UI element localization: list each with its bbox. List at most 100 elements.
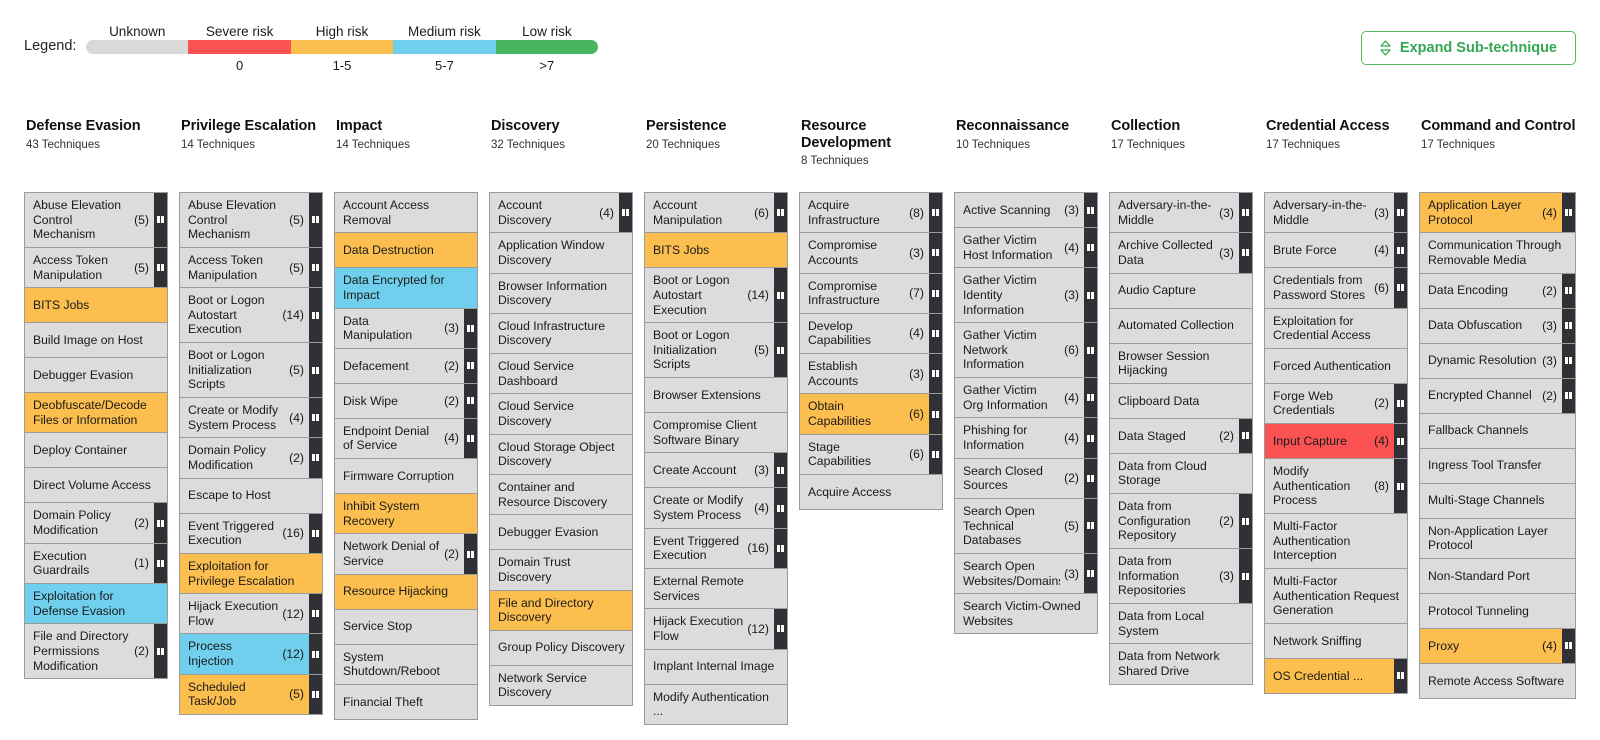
- technique-cell[interactable]: Exploitation for Privilege Escalation: [180, 553, 322, 595]
- technique-cell[interactable]: Gather Victim Identity Information (3): [955, 268, 1097, 324]
- technique-cell-body[interactable]: Remote Access Software: [1420, 663, 1575, 698]
- expand-subtechniques-handle[interactable]: [154, 193, 167, 247]
- expand-subtechniques-handle[interactable]: [1394, 424, 1407, 459]
- technique-cell[interactable]: Remote Access Software: [1420, 663, 1575, 699]
- technique-cell[interactable]: Credentials from Password Stores (6): [1265, 268, 1407, 309]
- expand-subtechniques-handle[interactable]: [1394, 268, 1407, 308]
- technique-cell-body[interactable]: Multi-Factor Authentication Request Gene…: [1265, 568, 1407, 623]
- technique-cell-body[interactable]: Container and Resource Discovery: [490, 474, 632, 515]
- technique-cell-body[interactable]: Compromise Client Software Binary: [645, 413, 787, 453]
- technique-cell[interactable]: Clipboard Data: [1110, 383, 1252, 419]
- technique-cell-body[interactable]: Obtain Capabilities (6): [800, 394, 929, 434]
- technique-cell[interactable]: Data Destruction: [335, 233, 477, 269]
- expand-subtechniques-handle[interactable]: [1239, 233, 1252, 273]
- technique-cell-body[interactable]: Dynamic Resolution (3): [1420, 343, 1562, 378]
- expand-subtechniques-handle[interactable]: [1239, 193, 1252, 233]
- technique-cell[interactable]: Data from Network Shared Drive: [1110, 644, 1252, 685]
- technique-cell[interactable]: OS Credential ...: [1265, 658, 1407, 694]
- technique-cell-body[interactable]: Build Image on Host: [25, 323, 167, 358]
- expand-subtechniques-handle[interactable]: [309, 594, 322, 634]
- technique-cell-body[interactable]: Clipboard Data: [1110, 383, 1252, 418]
- technique-cell-body[interactable]: Create Account (3): [645, 453, 774, 488]
- tactic-name[interactable]: Privilege Escalation: [181, 118, 323, 135]
- technique-cell[interactable]: Data Staged (2): [1110, 418, 1252, 454]
- technique-cell-body[interactable]: Data Encrypted for Impact: [335, 268, 477, 308]
- technique-cell[interactable]: Search Open Technical Databases (5): [955, 498, 1097, 554]
- technique-cell[interactable]: Inhibit System Recovery: [335, 494, 477, 535]
- technique-cell-body[interactable]: Deobfuscate/Decode Files or Information: [25, 393, 167, 433]
- technique-cell[interactable]: Browser Session Hijacking: [1110, 343, 1252, 384]
- technique-cell-body[interactable]: Protocol Tunneling: [1420, 593, 1575, 628]
- technique-cell[interactable]: Create or Modify System Process (4): [645, 488, 787, 529]
- expand-subtechniques-handle[interactable]: [1084, 378, 1097, 418]
- technique-cell-body[interactable]: BITS Jobs: [25, 288, 167, 323]
- technique-cell[interactable]: Archive Collected Data (3): [1110, 233, 1252, 274]
- technique-cell[interactable]: Audio Capture: [1110, 273, 1252, 309]
- technique-cell-body[interactable]: Boot or Logon Initialization Scripts (5): [645, 323, 774, 378]
- expand-subtechniques-handle[interactable]: [309, 343, 322, 398]
- technique-cell[interactable]: Automated Collection: [1110, 308, 1252, 344]
- technique-cell[interactable]: Modify Authentication ...: [645, 684, 787, 725]
- technique-cell-body[interactable]: Abuse Elevation Control Mechanism (5): [180, 193, 309, 247]
- expand-subtechniques-handle[interactable]: [619, 193, 632, 233]
- expand-subtechniques-handle[interactable]: [1562, 343, 1575, 378]
- technique-cell[interactable]: Implant Internal Image: [645, 649, 787, 685]
- technique-cell-body[interactable]: Service Stop: [335, 609, 477, 644]
- expand-subtechniques-handle[interactable]: [154, 247, 167, 288]
- technique-cell[interactable]: Hijack Execution Flow (12): [645, 609, 787, 650]
- technique-cell[interactable]: Data from Cloud Storage: [1110, 453, 1252, 495]
- technique-cell[interactable]: Data Encoding (2): [1420, 273, 1575, 309]
- technique-cell[interactable]: Phishing for Information (4): [955, 418, 1097, 459]
- technique-cell-body[interactable]: Application Window Discovery: [490, 233, 632, 273]
- technique-cell-body[interactable]: Browser Session Hijacking: [1110, 343, 1252, 383]
- technique-cell-body[interactable]: Data from Cloud Storage: [1110, 453, 1252, 494]
- technique-cell-body[interactable]: Data Destruction: [335, 233, 477, 268]
- expand-subtechniques-handle[interactable]: [1562, 308, 1575, 343]
- technique-cell-body[interactable]: Cloud Service Discovery: [490, 394, 632, 434]
- technique-cell[interactable]: Input Capture (4): [1265, 424, 1407, 460]
- technique-cell-body[interactable]: Acquire Access: [800, 474, 942, 509]
- technique-cell-body[interactable]: Ingress Tool Transfer: [1420, 448, 1575, 483]
- technique-cell[interactable]: BITS Jobs: [645, 233, 787, 269]
- technique-cell[interactable]: Ingress Tool Transfer: [1420, 448, 1575, 484]
- technique-cell-body[interactable]: Scheduled Task/Job (5): [180, 674, 309, 715]
- technique-cell-body[interactable]: Application Layer Protocol (4): [1420, 193, 1562, 233]
- technique-cell-body[interactable]: Gather Victim Identity Information (3): [955, 268, 1084, 323]
- technique-cell-body[interactable]: Defacement (2): [335, 348, 464, 383]
- technique-cell-body[interactable]: Forge Web Credentials (2): [1265, 383, 1394, 424]
- technique-cell[interactable]: Boot or Logon Initialization Scripts (5): [180, 343, 322, 399]
- expand-subtechniques-handle[interactable]: [1394, 233, 1407, 268]
- technique-cell-body[interactable]: Audio Capture: [1110, 273, 1252, 308]
- technique-cell-body[interactable]: File and Directory Discovery: [490, 590, 632, 630]
- technique-cell[interactable]: Create or Modify System Process (4): [180, 398, 322, 439]
- technique-cell[interactable]: Search Closed Sources (2): [955, 458, 1097, 499]
- expand-subtechniques-handle[interactable]: [1084, 323, 1097, 378]
- technique-cell[interactable]: Domain Policy Modification (2): [180, 438, 322, 479]
- technique-cell-body[interactable]: Adversary-in-the-Middle (3): [1110, 193, 1239, 233]
- tactic-name[interactable]: Resource Development: [801, 118, 943, 151]
- tactic-name[interactable]: Impact: [336, 118, 478, 135]
- expand-subtechniques-handle[interactable]: [154, 543, 167, 584]
- technique-cell-body[interactable]: Data Encoding (2): [1420, 273, 1562, 308]
- technique-cell[interactable]: Network Denial of Service (2): [335, 534, 477, 575]
- technique-cell-body[interactable]: Implant Internal Image: [645, 649, 787, 684]
- technique-cell-body[interactable]: Debugger Evasion: [25, 358, 167, 393]
- technique-cell-body[interactable]: Exploitation for Defense Evasion: [25, 584, 167, 624]
- technique-cell[interactable]: Acquire Infrastructure (8): [800, 193, 942, 234]
- technique-cell[interactable]: Proxy (4): [1420, 628, 1575, 664]
- expand-subtechniques-handle[interactable]: [774, 609, 787, 649]
- technique-cell[interactable]: Boot or Logon Initialization Scripts (5): [645, 323, 787, 379]
- technique-cell[interactable]: Multi-Factor Authentication Interception: [1265, 514, 1407, 569]
- expand-subtechniques-handle[interactable]: [929, 233, 942, 273]
- technique-cell-body[interactable]: Process Injection (12): [180, 634, 309, 674]
- technique-cell[interactable]: Dynamic Resolution (3): [1420, 343, 1575, 379]
- technique-cell-body[interactable]: Develop Capabilities (4): [800, 313, 929, 354]
- tactic-name[interactable]: Credential Access: [1266, 118, 1408, 135]
- technique-cell[interactable]: Event Triggered Execution (16): [645, 528, 787, 569]
- expand-subtechniques-handle[interactable]: [464, 534, 477, 574]
- technique-cell[interactable]: Gather Victim Network Information (6): [955, 323, 1097, 379]
- technique-cell-body[interactable]: OS Credential ...: [1265, 658, 1394, 693]
- technique-cell[interactable]: Data Manipulation (3): [335, 308, 477, 349]
- technique-cell[interactable]: Hijack Execution Flow (12): [180, 594, 322, 635]
- technique-cell[interactable]: Account Manipulation (6): [645, 193, 787, 234]
